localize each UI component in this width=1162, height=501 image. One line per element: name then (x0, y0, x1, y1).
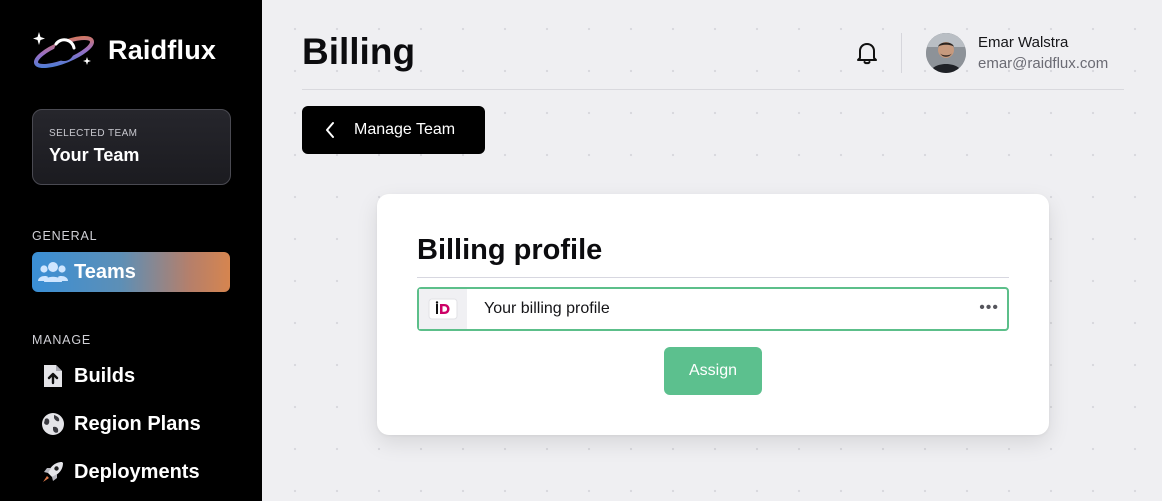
user-email: emar@raidflux.com (978, 55, 1109, 72)
users-icon (32, 259, 74, 285)
sidebar-item-builds[interactable]: Builds (32, 356, 230, 396)
file-upload-icon (32, 363, 74, 389)
sidebar-item-region-plans[interactable]: Region Plans (32, 404, 230, 444)
bell-icon[interactable] (856, 41, 878, 70)
sidebar-item-label: Teams (74, 260, 136, 283)
team-selector-caption: SELECTED TEAM (49, 128, 138, 139)
brand-name: Raidflux (108, 34, 217, 65)
ideal-icon (419, 289, 467, 329)
chevron-left-icon (302, 121, 358, 139)
billing-profile-card: Billing profile Your billing profile •••… (377, 194, 1049, 435)
billing-card-title: Billing profile (417, 234, 603, 266)
avatar[interactable] (926, 33, 966, 73)
sidebar-item-label: Builds (74, 364, 136, 387)
globe-icon (32, 411, 74, 437)
header-divider-line (302, 89, 1124, 90)
header-divider (901, 33, 902, 73)
billing-profile-value: Your billing profile (484, 300, 610, 317)
sidebar-item-label: Region Plans (74, 412, 201, 435)
back-button-label: Manage Team (354, 121, 456, 138)
raidflux-logo-icon (30, 30, 96, 70)
page-title: Billing (302, 31, 416, 72)
sidebar-item-label: Deployments (74, 460, 200, 483)
billing-profile-select[interactable]: Your billing profile ••• (417, 287, 1009, 331)
sidebar-item-deployments[interactable]: Deployments (32, 452, 230, 492)
section-label-manage: MANAGE (32, 333, 91, 347)
app-window: Raidflux SELECTED TEAM Your Team GENERAL… (0, 0, 1162, 501)
brand[interactable]: Raidflux (30, 30, 216, 70)
sidebar-item-teams[interactable]: Teams (32, 252, 230, 292)
user-name: Emar Walstra (978, 34, 1069, 51)
rocket-icon (32, 459, 74, 485)
section-label-general: GENERAL (32, 229, 98, 243)
sidebar: Raidflux SELECTED TEAM Your Team GENERAL… (0, 0, 262, 501)
manage-team-back-button[interactable]: Manage Team (302, 106, 485, 154)
team-selector-name: Your Team (49, 145, 140, 165)
assign-button[interactable]: Assign (664, 347, 762, 395)
main-content: Billing Emar Walstra emar@raidflux.com M… (262, 0, 1162, 501)
more-options-icon[interactable]: ••• (979, 299, 999, 317)
team-selector[interactable]: SELECTED TEAM Your Team (32, 109, 231, 185)
card-divider (417, 277, 1009, 278)
